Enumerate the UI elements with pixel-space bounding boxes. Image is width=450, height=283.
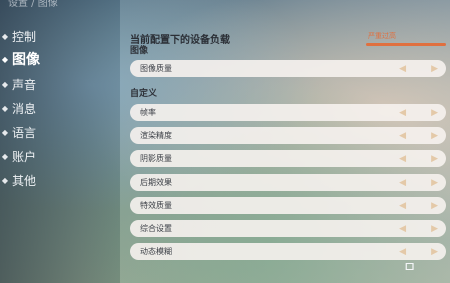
- setting-row-post-effects[interactable]: 后期效果 ◀ ▶: [130, 174, 446, 191]
- diamond-icon: ◆: [1, 54, 9, 64]
- sidebar-item-language[interactable]: ◆ 语言: [0, 121, 36, 143]
- sidebar-item-label: 账户: [12, 149, 37, 164]
- arrow-left-icon[interactable]: ◀: [399, 154, 406, 164]
- setting-row-image-quality[interactable]: 图像质量 ◀ ▶: [130, 60, 446, 77]
- setting-label: 图像质量: [140, 64, 172, 73]
- arrow-right-icon[interactable]: ▶: [431, 154, 438, 164]
- sidebar-item-sound[interactable]: ◆ 声音: [0, 73, 36, 95]
- diamond-icon: ◆: [1, 31, 9, 41]
- sidebar-item-label: 声音: [12, 77, 37, 92]
- setting-row-frame-rate[interactable]: 帧率 ◀ ▶: [130, 104, 446, 121]
- arrow-right-icon[interactable]: ▶: [431, 108, 438, 118]
- sidebar-item-label: 其他: [12, 173, 37, 188]
- device-load-status: 严重过高: [368, 32, 396, 40]
- sidebar-item-graphics[interactable]: ◆ 图像: [0, 48, 40, 70]
- arrow-right-icon[interactable]: ▶: [431, 201, 438, 211]
- arrow-left-icon[interactable]: ◀: [399, 178, 406, 188]
- arrow-left-icon[interactable]: ◀: [399, 64, 406, 74]
- sidebar-item-label: 语言: [12, 125, 37, 140]
- arrow-left-icon[interactable]: ◀: [399, 201, 406, 211]
- sidebar-item-account[interactable]: ◆ 账户: [0, 145, 36, 167]
- arrow-left-icon[interactable]: ◀: [399, 247, 406, 257]
- arrow-right-icon[interactable]: ▶: [431, 247, 438, 257]
- setting-label: 帧率: [140, 108, 156, 117]
- diamond-icon: ◆: [1, 127, 9, 137]
- sidebar-item-other[interactable]: ◆ 其他: [0, 169, 36, 191]
- arrow-left-icon[interactable]: ◀: [399, 131, 406, 141]
- setting-label: 动态模糊: [140, 247, 172, 256]
- helper-icon[interactable]: ㅁ: [403, 257, 416, 277]
- sidebar-item-label: 图像: [12, 52, 40, 68]
- sidebar-item-messages[interactable]: ◆ 消息: [0, 97, 36, 119]
- arrow-left-icon[interactable]: ◀: [399, 224, 406, 234]
- sidebar-item-label: 控制: [12, 29, 37, 44]
- arrow-right-icon[interactable]: ▶: [431, 64, 438, 74]
- diamond-icon: ◆: [1, 175, 9, 185]
- diamond-icon: ◆: [1, 103, 9, 113]
- arrow-right-icon[interactable]: ▶: [431, 131, 438, 141]
- setting-label: 阴影质量: [140, 154, 172, 163]
- setting-label: 渲染精度: [140, 131, 172, 140]
- setting-row-general[interactable]: 综合设置 ◀ ▶: [130, 220, 446, 237]
- sidebar-item-label: 消息: [12, 101, 37, 116]
- setting-row-render-precision[interactable]: 渲染精度 ◀ ▶: [130, 127, 446, 144]
- arrow-right-icon[interactable]: ▶: [431, 178, 438, 188]
- section-title-custom: 自定义: [130, 89, 158, 99]
- setting-row-motion-blur[interactable]: 动态模糊 ◀ ▶: [130, 243, 446, 260]
- setting-label: 综合设置: [140, 224, 172, 233]
- diamond-icon: ◆: [1, 151, 9, 161]
- setting-row-shadow-quality[interactable]: 阴影质量 ◀ ▶: [130, 150, 446, 167]
- arrow-right-icon[interactable]: ▶: [431, 224, 438, 234]
- setting-label: 特效质量: [140, 201, 172, 210]
- arrow-left-icon[interactable]: ◀: [399, 108, 406, 118]
- sidebar-item-control[interactable]: ◆ 控制: [0, 25, 36, 47]
- setting-row-effects-quality[interactable]: 特效质量 ◀ ▶: [130, 197, 446, 214]
- device-load-bar: [366, 43, 446, 46]
- section-title-image: 图像: [130, 46, 149, 56]
- diamond-icon: ◆: [1, 79, 9, 89]
- breadcrumb: 设置 / 图像: [8, 0, 58, 9]
- setting-label: 后期效果: [140, 178, 172, 187]
